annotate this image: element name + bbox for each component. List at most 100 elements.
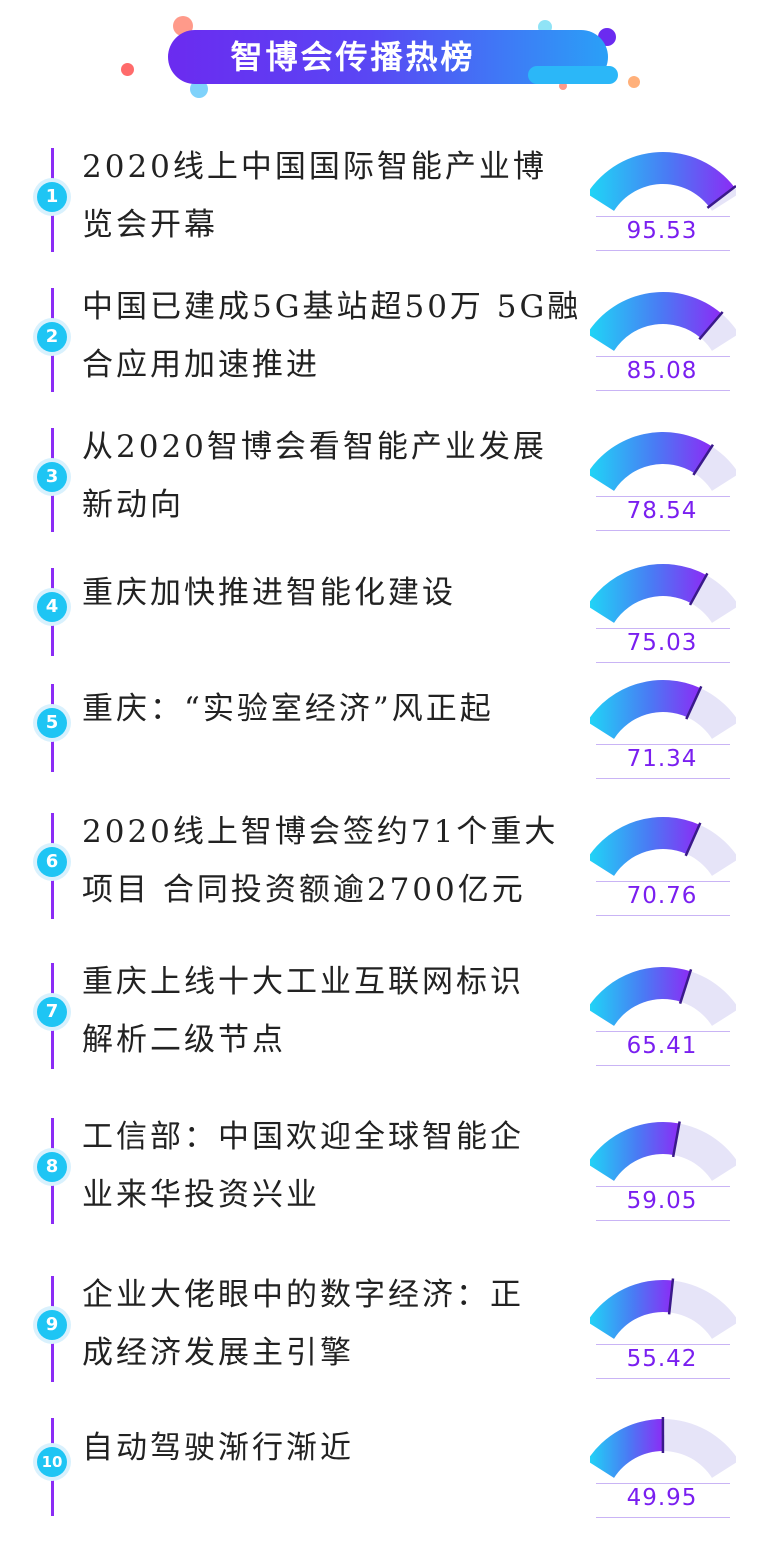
item-title-line: 业来华投资兴业 <box>82 1177 320 1213</box>
item-title-line: 重庆加快推进智能化建设 <box>82 575 456 611</box>
item-title-line: 新动向 <box>82 487 184 523</box>
page-title: 智博会传播热榜 <box>230 38 476 76</box>
gauge-svg <box>590 564 736 623</box>
item-title-line: 重庆上线十大工业互联网标识 <box>82 964 524 1000</box>
gauge-fill <box>590 292 722 351</box>
score-divider <box>596 1483 730 1484</box>
decor-dot <box>628 76 640 88</box>
gauge-svg <box>590 680 736 739</box>
score-value: 70.76 <box>626 883 698 909</box>
score-value: 85.08 <box>626 358 698 384</box>
item-title[interactable]: 自动驾驶渐行渐近 <box>82 1419 582 1477</box>
item-title-line: 中国已建成5G基站超50万 5G融 <box>82 289 582 325</box>
list-item[interactable]: 4 重庆加快推进智能化建设 75.03 <box>0 560 760 663</box>
gauge-svg <box>590 152 736 211</box>
item-title-line: 项目 合同投资额逾2700亿元 <box>82 872 526 908</box>
score-value: 49.95 <box>626 1485 698 1511</box>
decor-dot <box>121 63 134 76</box>
list-item[interactable]: 7 重庆上线十大工业互联网标识 解析二级节点 65.41 <box>0 955 760 1073</box>
score-value: 71.34 <box>626 746 698 772</box>
score-divider <box>596 1344 730 1345</box>
item-title-line: 成经济发展主引擎 <box>82 1335 354 1371</box>
score-divider <box>596 1186 730 1187</box>
item-title[interactable]: 重庆加快推进智能化建设 <box>82 564 582 622</box>
gauge-svg <box>590 1278 736 1339</box>
score-divider <box>596 356 730 357</box>
gauge-fill <box>590 817 700 876</box>
score-divider <box>596 744 730 745</box>
score-value: 75.03 <box>626 630 698 656</box>
gauge-svg <box>590 967 736 1026</box>
gauge-fill <box>590 1122 680 1181</box>
item-title[interactable]: 中国已建成5G基站超50万 5G融 合应用加速推进 <box>82 278 582 394</box>
list-item[interactable]: 1 2020线上中国国际智能产业博 览会开幕 95.53 <box>0 140 760 256</box>
score-divider <box>596 390 730 391</box>
gauge-svg <box>590 292 736 351</box>
rank-badge: 1 <box>37 182 67 212</box>
list-item[interactable]: 9 企业大佬眼中的数字经济：正 成经济发展主引擎 55.42 <box>0 1268 760 1386</box>
score-divider <box>596 915 730 916</box>
item-title-line: 企业大佬眼中的数字经济：正 <box>82 1277 524 1313</box>
score-divider <box>596 1517 730 1518</box>
score-divider <box>596 496 730 497</box>
gauge-fill <box>590 1419 663 1478</box>
score-divider <box>596 216 730 217</box>
list-item[interactable]: 5 重庆：“实验室经济”风正起 71.34 <box>0 676 760 779</box>
score-divider <box>596 1031 730 1032</box>
item-title-line: 解析二级节点 <box>82 1022 286 1058</box>
rank-badge: 10 <box>37 1447 67 1477</box>
item-title[interactable]: 从2020智博会看智能产业发展 新动向 <box>82 418 582 534</box>
item-title-line: 览会开幕 <box>82 207 218 243</box>
score-divider <box>596 662 730 663</box>
score-divider <box>596 250 730 251</box>
score-divider <box>596 881 730 882</box>
rank-badge: 8 <box>37 1152 67 1182</box>
score-divider <box>596 1220 730 1221</box>
score-value: 59.05 <box>626 1188 698 1214</box>
header: 智博会传播热榜 <box>0 0 760 110</box>
item-title-line: 从2020智博会看智能产业发展 <box>82 429 547 465</box>
rank-badge: 7 <box>37 997 67 1027</box>
item-title-line: 合应用加速推进 <box>82 347 320 383</box>
rank-badge: 3 <box>37 462 67 492</box>
gauge-svg <box>590 1121 736 1181</box>
score-divider <box>596 530 730 531</box>
gauge-fill <box>590 152 735 211</box>
item-title[interactable]: 重庆：“实验室经济”风正起 <box>82 680 582 738</box>
score-value: 55.42 <box>626 1346 698 1372</box>
item-title-line: 自动驾驶渐行渐近 <box>82 1430 354 1466</box>
score-divider <box>596 778 730 779</box>
item-title-line: 2020线上智博会签约71个重大 <box>82 814 559 850</box>
list-item[interactable]: 8 工信部：中国欢迎全球智能企 业来华投资兴业 59.05 <box>0 1110 760 1228</box>
item-title[interactable]: 重庆上线十大工业互联网标识 解析二级节点 <box>82 953 582 1069</box>
gauge-fill <box>590 680 701 739</box>
item-title[interactable]: 工信部：中国欢迎全球智能企 业来华投资兴业 <box>82 1108 582 1224</box>
item-title[interactable]: 2020线上智博会签约71个重大 项目 合同投资额逾2700亿元 <box>82 803 582 919</box>
score-divider <box>596 628 730 629</box>
item-title-line: 工信部：中国欢迎全球智能企 <box>82 1119 524 1155</box>
list-item[interactable]: 2 中国已建成5G基站超50万 5G融 合应用加速推进 85.08 <box>0 280 760 396</box>
gauge-fill <box>590 432 712 491</box>
score-value: 95.53 <box>626 218 698 244</box>
gauge-fill <box>590 967 691 1026</box>
score-value: 78.54 <box>626 498 698 524</box>
rank-badge: 4 <box>37 592 67 622</box>
item-title-line: 重庆：“实验室经济”风正起 <box>82 691 494 727</box>
item-title[interactable]: 企业大佬眼中的数字经济：正 成经济发展主引擎 <box>82 1266 582 1382</box>
score-value: 65.41 <box>626 1033 698 1059</box>
list-item[interactable]: 6 2020线上智博会签约71个重大 项目 合同投资额逾2700亿元 70.76 <box>0 805 760 923</box>
rank-badge: 2 <box>37 322 67 352</box>
list-item[interactable]: 10 自动驾驶渐行渐近 49.95 <box>0 1410 760 1520</box>
gauge-fill <box>590 564 707 623</box>
item-title[interactable]: 2020线上中国国际智能产业博 览会开幕 <box>82 138 582 254</box>
rank-badge: 9 <box>37 1310 67 1340</box>
gauge-svg <box>590 1416 736 1478</box>
rank-badge: 5 <box>37 708 67 738</box>
score-divider <box>596 1378 730 1379</box>
list-item[interactable]: 3 从2020智博会看智能产业发展 新动向 78.54 <box>0 420 760 536</box>
score-divider <box>596 1065 730 1066</box>
item-title-line: 2020线上中国国际智能产业博 <box>82 149 547 185</box>
gauge-svg <box>590 817 736 876</box>
gauge-svg <box>590 432 736 491</box>
gauge-fill <box>590 1280 673 1339</box>
